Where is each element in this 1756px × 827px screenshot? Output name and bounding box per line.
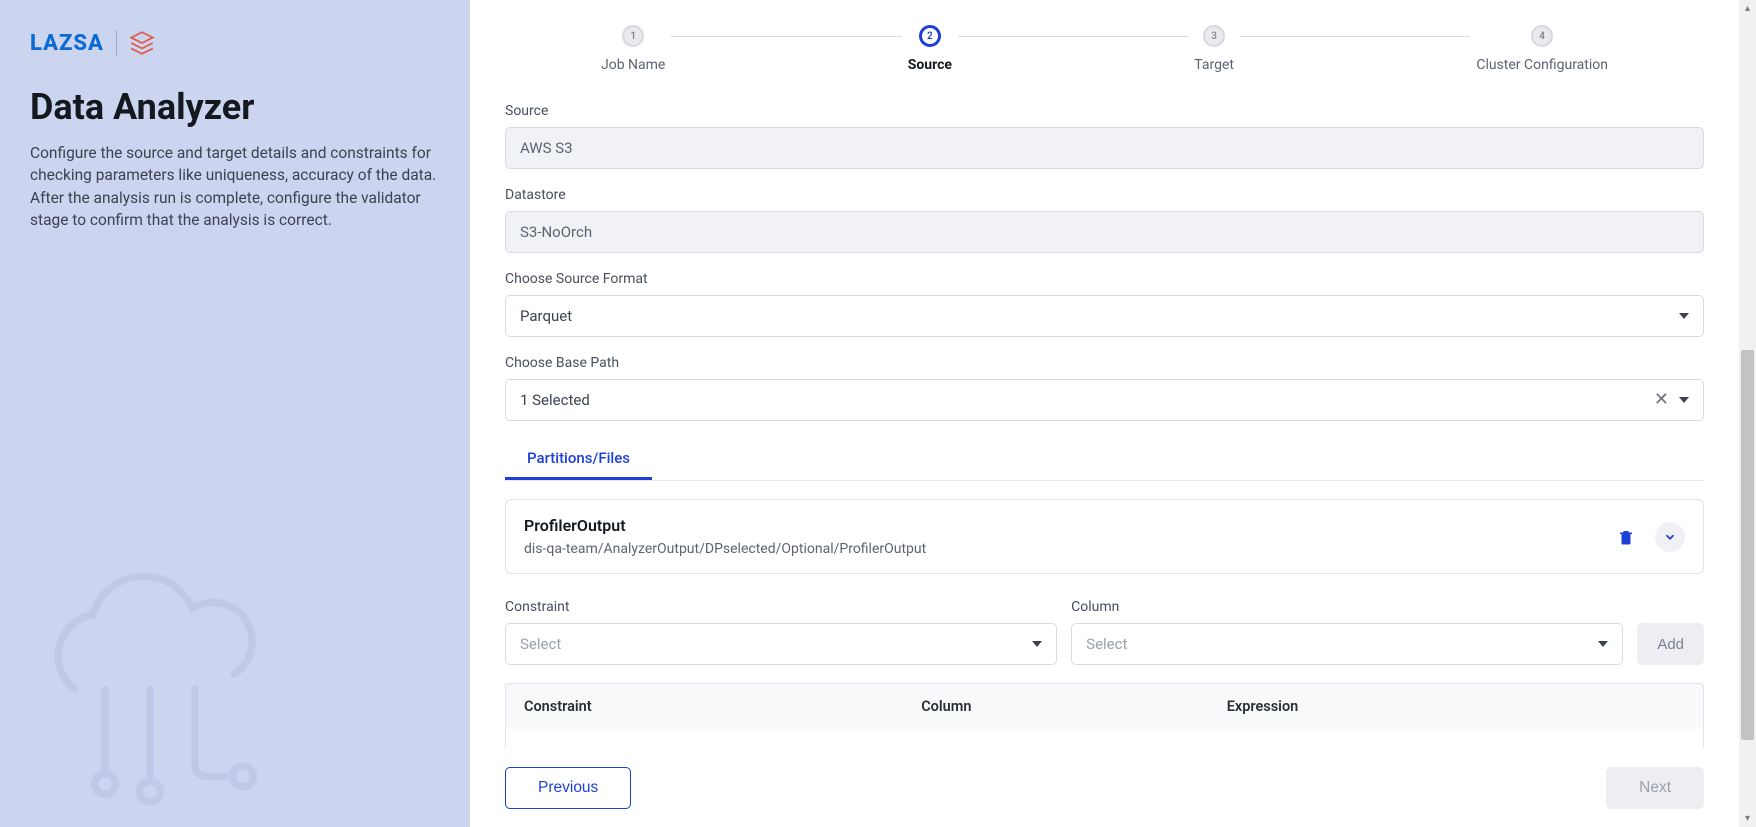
next-button: Next [1606, 767, 1704, 809]
previous-button[interactable]: Previous [505, 767, 631, 809]
step-circle-2: 2 [919, 25, 941, 47]
stepper-line [635, 36, 1574, 37]
format-value: Parquet [520, 307, 572, 325]
format-label: Choose Source Format [505, 271, 1704, 287]
step-label-cluster: Cluster Configuration [1476, 57, 1608, 73]
step-circle-4: 4 [1531, 25, 1553, 47]
scroll-down-arrow[interactable]: ▾ [1739, 810, 1756, 827]
chevron-down-icon [1032, 641, 1042, 647]
file-card: ProfilerOutput dis-qa-team/AnalyzerOutpu… [505, 499, 1704, 574]
th-expression: Expression [1227, 698, 1685, 715]
step-circle-1: 1 [622, 25, 644, 47]
constraints-table: Constraint Column Expression No Data Fou… [505, 683, 1704, 748]
constraint-select[interactable]: Select [505, 623, 1057, 665]
column-select[interactable]: Select [1071, 623, 1623, 665]
layers-icon [129, 30, 155, 56]
tab-partitions-files[interactable]: Partitions/Files [505, 439, 652, 480]
chevron-down-icon [1663, 530, 1677, 544]
footer: Previous Next [470, 748, 1739, 827]
format-select[interactable]: Parquet [505, 295, 1704, 337]
column-label: Column [1071, 599, 1623, 615]
cloud-illustration [0, 547, 300, 827]
chevron-down-icon [1598, 641, 1608, 647]
scroll-up-arrow[interactable]: ▴ [1739, 0, 1756, 17]
file-name: ProfilerOutput [524, 516, 926, 535]
constraint-placeholder: Select [520, 635, 561, 653]
th-constraint: Constraint [524, 698, 921, 715]
scrollbar-thumb[interactable] [1741, 350, 1754, 740]
source-input: AWS S3 [505, 127, 1704, 169]
logo-divider [116, 30, 117, 56]
th-column: Column [921, 698, 1227, 715]
basepath-label: Choose Base Path [505, 355, 1704, 371]
column-placeholder: Select [1086, 635, 1127, 653]
step-label-source: Source [908, 57, 952, 73]
page-title: Data Analyzer [30, 86, 440, 128]
chevron-down-icon [1679, 313, 1689, 319]
datastore-input: S3-NoOrch [505, 211, 1704, 253]
constraint-label: Constraint [505, 599, 1057, 615]
step-target[interactable]: 3 Target [1188, 25, 1240, 73]
datastore-group: Datastore S3-NoOrch [505, 187, 1704, 253]
page-description: Configure the source and target details … [30, 142, 440, 232]
clear-icon[interactable]: ✕ [1654, 391, 1669, 409]
file-info: ProfilerOutput dis-qa-team/AnalyzerOutpu… [524, 516, 926, 557]
step-label-job-name: Job Name [601, 57, 665, 73]
step-job-name[interactable]: 1 Job Name [595, 25, 671, 73]
tabs: Partitions/Files [505, 439, 1704, 481]
logo-text: LAZSA [30, 31, 104, 56]
source-group: Source AWS S3 [505, 103, 1704, 169]
sidebar-panel: LAZSA Data Analyzer Configure the source… [0, 0, 470, 827]
source-label: Source [505, 103, 1704, 119]
constraint-row: Constraint Select Column Select Add [505, 599, 1704, 665]
basepath-select[interactable]: 1 Selected ✕ [505, 379, 1704, 421]
expand-button[interactable] [1655, 522, 1685, 552]
step-circle-3: 3 [1203, 25, 1225, 47]
chevron-down-icon [1679, 397, 1689, 403]
delete-button[interactable] [1611, 522, 1641, 552]
vertical-scrollbar[interactable]: ▴ ▾ [1739, 0, 1756, 827]
column-group: Column Select [1071, 599, 1623, 665]
basepath-value: 1 Selected [520, 391, 590, 409]
scroll-area[interactable]: 1 Job Name 2 Source 3 Target 4 Cluster C… [470, 0, 1739, 748]
file-path: dis-qa-team/AnalyzerOutput/DPselected/Op… [524, 541, 926, 557]
main-panel: 1 Job Name 2 Source 3 Target 4 Cluster C… [470, 0, 1739, 827]
logo-row: LAZSA [30, 30, 440, 56]
step-cluster[interactable]: 4 Cluster Configuration [1470, 25, 1614, 73]
step-source[interactable]: 2 Source [902, 25, 958, 73]
table-header: Constraint Column Expression [506, 684, 1703, 729]
file-actions [1611, 522, 1685, 552]
datastore-label: Datastore [505, 187, 1704, 203]
constraint-group: Constraint Select [505, 599, 1057, 665]
format-group: Choose Source Format Parquet [505, 271, 1704, 337]
basepath-group: Choose Base Path 1 Selected ✕ [505, 355, 1704, 421]
table-empty: No Data Found [506, 729, 1703, 748]
add-button[interactable]: Add [1637, 623, 1704, 665]
step-label-target: Target [1194, 57, 1234, 73]
stepper: 1 Job Name 2 Source 3 Target 4 Cluster C… [595, 25, 1614, 73]
trash-icon [1617, 528, 1635, 546]
